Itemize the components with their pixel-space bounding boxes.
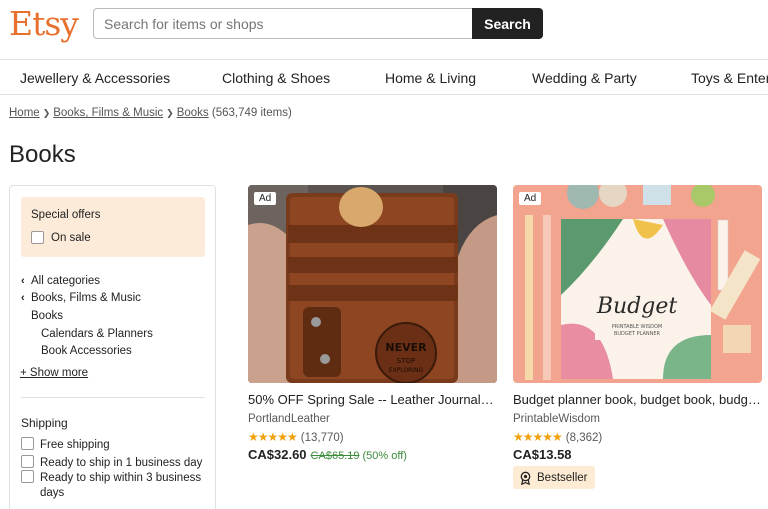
- planner-cover-text: Budget: [596, 294, 678, 319]
- show-more-link[interactable]: + Show more: [20, 367, 88, 379]
- star-rating-icon: ★★★★★: [513, 430, 563, 444]
- listing-title[interactable]: Budget planner book, budget book, budget…: [513, 392, 762, 407]
- sidebar-divider: [21, 397, 205, 398]
- search-input[interactable]: [93, 8, 472, 39]
- rating: ★★★★★ (8,362): [513, 430, 602, 444]
- journal-imprint-text: EXPLORING: [389, 367, 424, 374]
- planner-cover-text: PRINTABLE WISDOM: [612, 324, 662, 330]
- rating-count: (8,362): [565, 432, 603, 444]
- price: CA$13.58: [513, 447, 572, 462]
- breadcrumb-home[interactable]: Home: [9, 107, 40, 119]
- journal-imprint-text: NEVER: [385, 341, 427, 354]
- chevron-left-icon: ‹: [21, 292, 25, 304]
- ad-badge: Ad: [519, 192, 542, 205]
- nav-item-wedding[interactable]: Wedding & Party: [532, 70, 637, 86]
- rating-count: (13,770): [300, 432, 344, 444]
- ready-1-day-checkbox[interactable]: [21, 455, 34, 468]
- original-price: CA$65.19: [310, 450, 360, 462]
- breadcrumb-books-films-music[interactable]: Books, Films & Music: [53, 107, 163, 119]
- search-button[interactable]: Search: [472, 8, 543, 39]
- bestseller-label: Bestseller: [537, 471, 588, 484]
- ready-3-days-checkbox[interactable]: [21, 470, 34, 483]
- free-shipping-checkbox[interactable]: [21, 437, 34, 450]
- ad-badge: Ad: [254, 192, 277, 205]
- shop-name[interactable]: PortlandLeather: [248, 413, 330, 425]
- etsy-logo[interactable]: Etsy: [9, 4, 79, 43]
- search-bar: Search: [93, 8, 543, 39]
- journal-imprint-text: STOP: [397, 357, 415, 365]
- on-sale-checkbox[interactable]: [31, 231, 44, 244]
- nav-item-toys[interactable]: Toys & Entertainment: [691, 70, 768, 86]
- subcategory-calendars[interactable]: Calendars & Planners: [41, 328, 153, 340]
- breadcrumb: Home ❯ Books, Films & Music ❯ Books (563,749…: [9, 107, 292, 119]
- chevron-right-icon: ❯: [42, 108, 51, 118]
- sale-price: CA$32.60: [248, 447, 307, 462]
- price-row: CA$13.58: [513, 446, 572, 464]
- nav-item-home[interactable]: Home & Living: [385, 70, 476, 86]
- on-sale-label[interactable]: On sale: [51, 232, 91, 244]
- current-category: Books: [31, 310, 63, 322]
- chevron-left-icon: ‹: [21, 275, 25, 287]
- listing-image-budget-planner[interactable]: Budget PRINTABLE WISDOM BUDGET PLANNER A…: [513, 185, 762, 383]
- nav-item-clothing[interactable]: Clothing & Shoes: [222, 70, 330, 86]
- free-shipping-label[interactable]: Free shipping: [40, 438, 210, 453]
- filter-sidebar: Special offers On sale ‹ All categories ‹…: [9, 185, 216, 509]
- parent-category-link[interactable]: ‹ Books, Films & Music: [21, 292, 141, 304]
- planner-cover-text: BUDGET PLANNER: [614, 331, 661, 337]
- listing-title[interactable]: 50% OFF Spring Sale -- Leather Journal N…: [248, 392, 497, 407]
- nav-item-jewellery[interactable]: Jewellery & Accessories: [20, 70, 170, 86]
- award-icon: [520, 471, 531, 485]
- bestseller-badge: Bestseller: [513, 466, 595, 489]
- special-offers-title: Special offers: [31, 209, 101, 221]
- shop-name[interactable]: PrintableWisdom: [513, 413, 600, 425]
- listing-image-leather-journal[interactable]: NEVER STOP EXPLORING Ad: [248, 185, 497, 383]
- ready-3-days-label[interactable]: Ready to ship within 3 business days: [40, 471, 205, 501]
- shipping-title: Shipping: [21, 416, 68, 430]
- special-offers-box: Special offers On sale: [21, 197, 205, 257]
- star-rating-icon: ★★★★★: [248, 430, 298, 444]
- ready-1-day-label[interactable]: Ready to ship in 1 business day: [40, 456, 210, 471]
- chevron-right-icon: ❯: [166, 108, 174, 118]
- price-row: CA$32.60 CA$65.19 (50% off): [248, 446, 407, 464]
- all-categories-link[interactable]: ‹ All categories: [21, 275, 100, 287]
- breadcrumb-count: (563,749 items): [211, 107, 292, 119]
- subcategory-book-accessories[interactable]: Book Accessories: [41, 345, 132, 357]
- rating: ★★★★★ (13,770): [248, 430, 344, 444]
- category-nav: Jewellery & Accessories Clothing & Shoes…: [0, 59, 768, 95]
- discount-label: (50% off): [362, 450, 407, 462]
- breadcrumb-books[interactable]: Books: [177, 107, 209, 119]
- page-title: Books: [9, 141, 76, 168]
